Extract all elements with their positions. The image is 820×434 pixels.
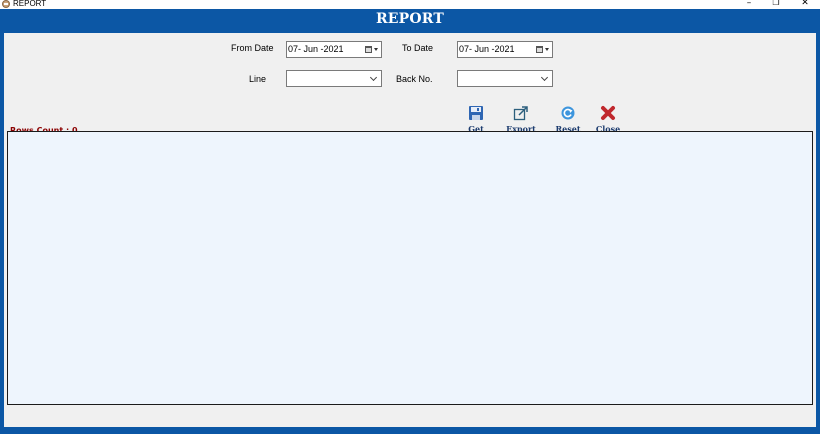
report-panel: From Date 07- Jun -2021 To Date 07- Jun … [4, 33, 816, 427]
minimize-button[interactable]: – [742, 0, 756, 8]
line-label: Line [249, 74, 267, 84]
back-no-select[interactable] [457, 70, 553, 87]
chevron-down-icon[interactable] [369, 73, 378, 82]
from-date-label: From Date [231, 43, 274, 53]
from-date-value: 07- Jun -2021 [288, 44, 344, 54]
report-frame: REPORT From Date 07- Jun -2021 To Date 0… [0, 9, 820, 434]
to-date-label: To Date [402, 43, 434, 53]
report-header: REPORT [0, 9, 820, 33]
from-date-picker[interactable]: 07- Jun -2021 [286, 41, 382, 58]
chevron-down-icon[interactable] [545, 48, 549, 51]
red-x-icon [601, 106, 615, 120]
to-date-picker[interactable]: 07- Jun -2021 [457, 41, 553, 58]
chevron-down-icon[interactable] [540, 73, 549, 82]
line-select[interactable] [286, 70, 382, 87]
results-grid[interactable] [7, 131, 813, 405]
window-titlebar: REPORT – ❐ ✕ [0, 0, 820, 9]
app-icon [2, 0, 10, 8]
to-date-value: 07- Jun -2021 [459, 44, 515, 54]
window-title: REPORT [13, 0, 47, 8]
calendar-icon[interactable] [365, 46, 372, 53]
calendar-icon[interactable] [536, 46, 543, 53]
close-window-button[interactable]: ✕ [798, 0, 812, 8]
back-no-label: Back No. [396, 74, 433, 84]
chevron-down-icon[interactable] [374, 48, 378, 51]
page-title: REPORT [375, 11, 445, 27]
export-icon [513, 106, 528, 121]
save-disk-icon [469, 106, 483, 120]
refresh-icon [561, 106, 575, 120]
maximize-button[interactable]: ❐ [769, 0, 783, 8]
